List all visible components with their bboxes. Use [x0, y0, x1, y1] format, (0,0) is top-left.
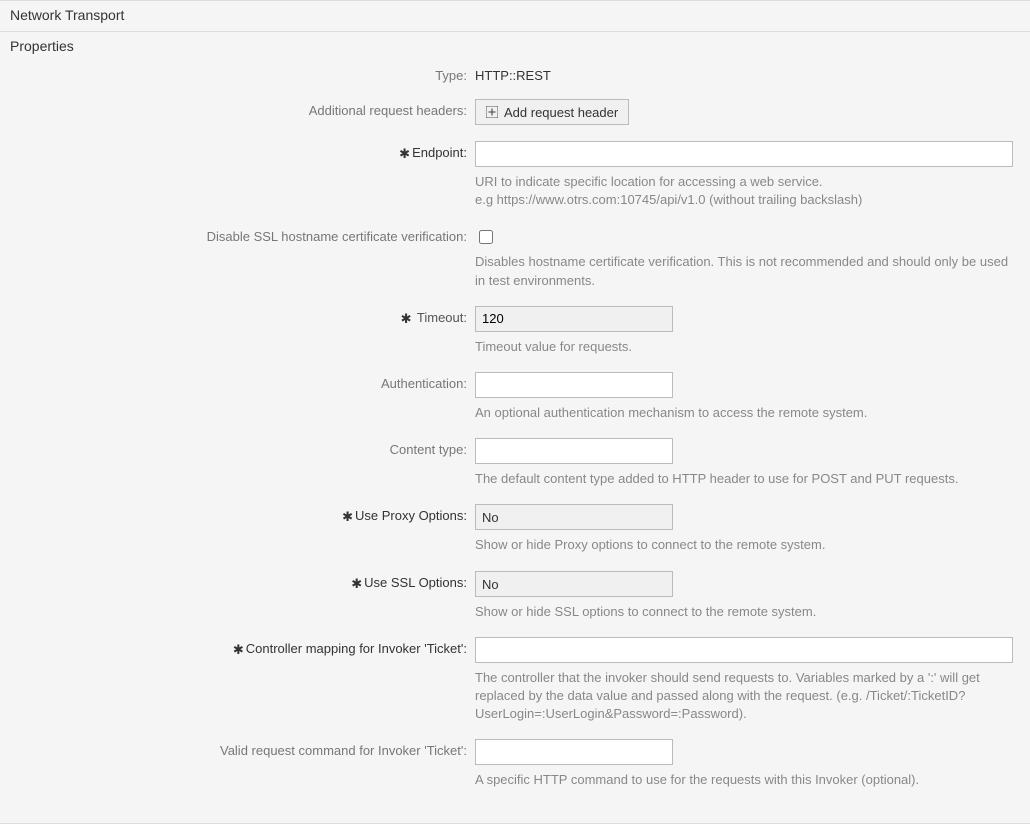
use-proxy-select[interactable]: No: [475, 504, 673, 530]
add-headers-label: Additional request headers:: [0, 97, 475, 118]
auth-label: Authentication:: [0, 370, 475, 391]
endpoint-help: URI to indicate specific location for ac…: [475, 173, 1020, 209]
plus-icon: [486, 106, 498, 118]
type-label: Type:: [0, 62, 475, 83]
use-ssl-select[interactable]: No: [475, 571, 673, 597]
add-request-header-label: Add request header: [504, 105, 618, 120]
proxy-label: ✱Use Proxy Options:: [0, 502, 475, 524]
valid-cmd-input[interactable]: [475, 739, 673, 765]
endpoint-input[interactable]: [475, 141, 1013, 167]
ssl-help: Show or hide SSL options to connect to t…: [475, 603, 1020, 621]
ssl-label: ✱Use SSL Options:: [0, 569, 475, 591]
disable-ssl-checkbox[interactable]: [479, 230, 493, 244]
content-type-input[interactable]: [475, 438, 673, 464]
content-type-label: Content type:: [0, 436, 475, 457]
timeout-help: Timeout value for requests.: [475, 338, 1020, 356]
controller-map-help: The controller that the invoker should s…: [475, 669, 1023, 724]
proxy-help: Show or hide Proxy options to connect to…: [475, 536, 1020, 554]
controller-map-label: ✱Controller mapping for Invoker 'Ticket'…: [0, 635, 475, 657]
disable-ssl-label: Disable SSL hostname certificate verific…: [0, 223, 475, 244]
section-title: Network Transport: [0, 1, 1030, 32]
timeout-label: ✱ Timeout:: [0, 304, 475, 326]
timeout-input[interactable]: [475, 306, 673, 332]
controller-map-input[interactable]: [475, 637, 1013, 663]
content-type-help: The default content type added to HTTP h…: [475, 470, 1020, 488]
properties-form: Type: HTTP::REST Additional request head…: [0, 62, 1030, 823]
type-value: HTTP::REST: [475, 64, 1030, 83]
valid-cmd-label: Valid request command for Invoker 'Ticke…: [0, 737, 475, 758]
auth-input[interactable]: [475, 372, 673, 398]
endpoint-label: ✱Endpoint:: [0, 139, 475, 161]
auth-help: An optional authentication mechanism to …: [475, 404, 1020, 422]
valid-cmd-help: A specific HTTP command to use for the r…: [475, 771, 1020, 789]
properties-title: Properties: [0, 32, 1030, 62]
add-request-header-button[interactable]: Add request header: [475, 99, 629, 125]
disable-ssl-help: Disables hostname certificate verificati…: [475, 253, 1020, 289]
